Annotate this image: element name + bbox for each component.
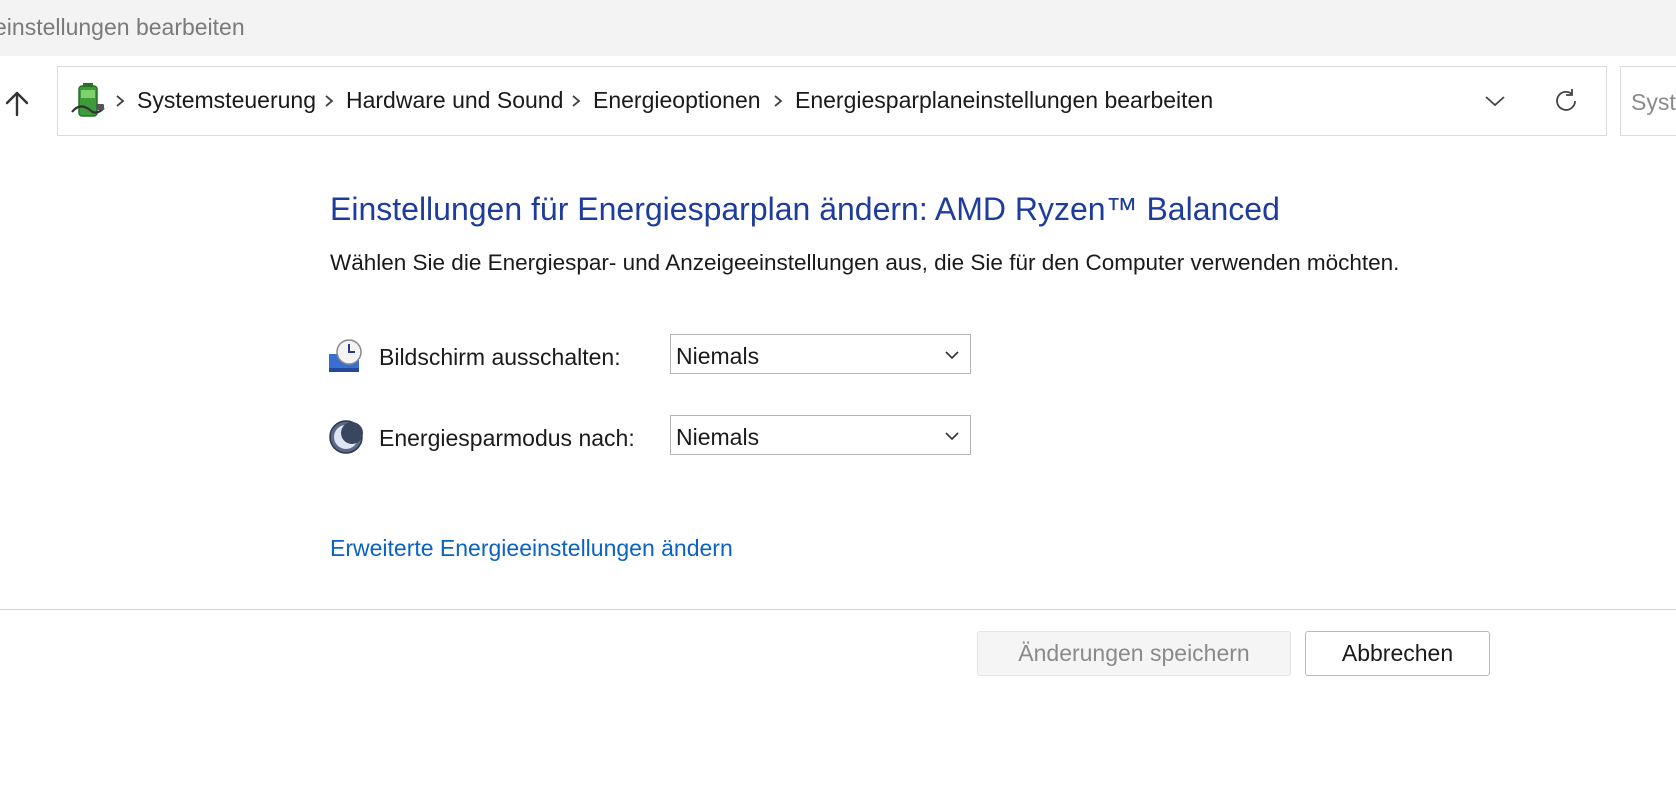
breadcrumb-energiesparplaneinstellungen[interactable]: Energiesparplaneinstellungen bearbeiten [795,89,1213,112]
sleep-value: Niemals [676,424,760,450]
search-box[interactable] [1620,66,1676,136]
window-title: einstellungen bearbeiten [0,14,245,40]
chevron-right-icon[interactable] [771,91,785,111]
arrow-up-icon[interactable] [2,88,32,118]
breadcrumb-energieoptionen[interactable]: Energieoptionen [593,89,761,112]
chevron-down-icon [945,432,959,441]
display-off-label: Bildschirm ausschalten: [379,344,621,370]
address-bar[interactable]: Systemsteuerung Hardware und Sound Energ… [57,66,1607,136]
monitor-clock-icon [329,339,362,372]
moon-sleep-icon [329,420,363,454]
chevron-right-icon[interactable] [113,91,127,111]
page-subtitle: Wählen Sie die Energiespar- und Anzeigee… [330,250,1400,275]
search-input[interactable] [1631,87,1676,117]
save-button[interactable]: Änderungen speichern [977,631,1291,676]
cancel-button[interactable]: Abbrechen [1305,631,1490,676]
breadcrumb-hardware-und-sound[interactable]: Hardware und Sound [346,89,563,112]
refresh-icon[interactable] [1552,87,1580,115]
chevron-down-icon [945,351,959,360]
sleep-select[interactable]: Niemals [670,415,971,455]
title-bar: einstellungen bearbeiten [0,0,1676,56]
page-title: Einstellungen für Energiesparplan ändern… [330,191,1280,227]
chevron-right-icon[interactable] [322,91,336,111]
chevron-right-icon[interactable] [569,91,583,111]
advanced-settings-link[interactable]: Erweiterte Energieeinstellungen ändern [330,535,733,562]
breadcrumb-systemsteuerung[interactable]: Systemsteuerung [137,89,316,112]
power-battery-icon [71,83,105,117]
footer-divider [0,609,1676,610]
sleep-label: Energiesparmodus nach: [379,425,635,451]
display-off-select[interactable]: Niemals [670,334,971,374]
display-off-value: Niemals [676,343,760,369]
chevron-down-icon[interactable] [1483,91,1507,111]
